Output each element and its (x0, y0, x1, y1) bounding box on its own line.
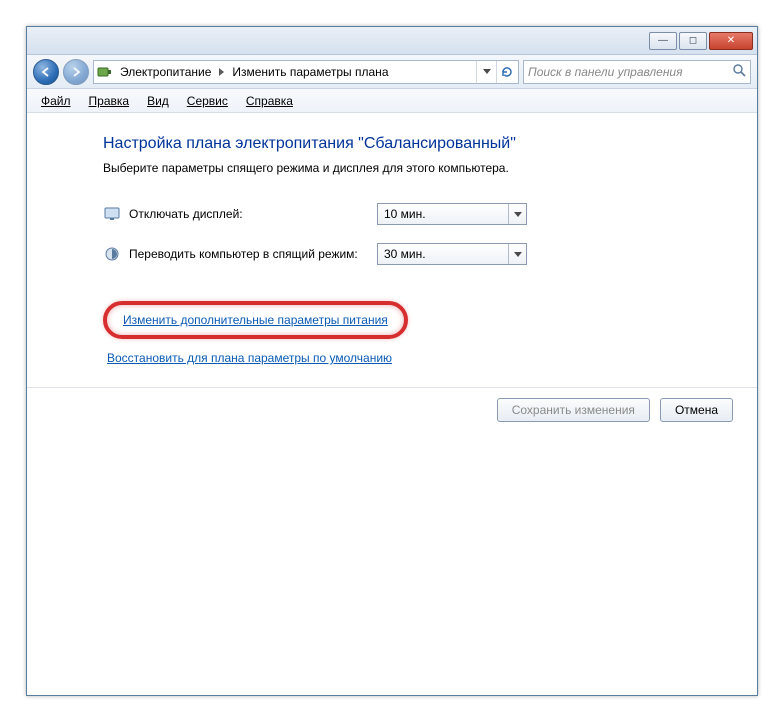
refresh-button[interactable] (496, 61, 516, 83)
titlebar: — ◻ ✕ (27, 27, 757, 55)
display-timeout-select[interactable]: 10 мин. (377, 203, 527, 225)
close-button[interactable]: ✕ (709, 32, 753, 50)
window: — ◻ ✕ Электропитание Изменить параметры … (26, 26, 758, 696)
back-button[interactable] (33, 59, 59, 85)
minimize-button[interactable]: — (649, 32, 677, 50)
setting-label: Отключать дисплей: (129, 207, 377, 221)
sleep-timeout-select[interactable]: 30 мин. (377, 243, 527, 265)
setting-label: Переводить компьютер в спящий режим: (129, 247, 377, 261)
breadcrumb-item[interactable]: Электропитание (116, 63, 215, 81)
navbar: Электропитание Изменить параметры плана … (27, 55, 757, 89)
search-placeholder: Поиск в панели управления (528, 65, 683, 79)
page-title: Настройка плана электропитания "Сбаланси… (103, 135, 627, 153)
breadcrumb: Электропитание Изменить параметры плана (116, 63, 393, 81)
chevron-down-icon (508, 244, 526, 264)
display-icon (103, 205, 121, 223)
advanced-settings-link[interactable]: Изменить дополнительные параметры питани… (123, 313, 388, 327)
search-icon (732, 63, 746, 80)
menu-tools[interactable]: Сервис (179, 92, 236, 110)
chevron-down-icon (508, 204, 526, 224)
chevron-right-icon (219, 68, 224, 76)
address-bar[interactable]: Электропитание Изменить параметры плана (93, 60, 519, 84)
maximize-button[interactable]: ◻ (679, 32, 707, 50)
sleep-icon (103, 245, 121, 263)
menu-view[interactable]: Вид (139, 92, 177, 110)
menubar: Файл Правка Вид Сервис Справка (27, 89, 757, 113)
forward-button[interactable] (63, 59, 89, 85)
setting-row-display: Отключать дисплей: 10 мин. (103, 203, 627, 225)
address-dropdown[interactable] (476, 61, 496, 83)
restore-defaults-link[interactable]: Восстановить для плана параметры по умол… (107, 351, 392, 365)
menu-help[interactable]: Справка (238, 92, 301, 110)
select-value: 30 мин. (384, 247, 426, 261)
highlight-annotation: Изменить дополнительные параметры питани… (103, 301, 408, 339)
footer-buttons: Сохранить изменения Отмена (27, 388, 757, 422)
page-description: Выберите параметры спящего режима и дисп… (103, 161, 627, 175)
menu-file[interactable]: Файл (33, 92, 79, 110)
save-button[interactable]: Сохранить изменения (497, 398, 650, 422)
setting-row-sleep: Переводить компьютер в спящий режим: 30 … (103, 243, 627, 265)
power-icon (96, 64, 114, 80)
content-area: Настройка плана электропитания "Сбаланси… (27, 113, 757, 422)
select-value: 10 мин. (384, 207, 426, 221)
search-input[interactable]: Поиск в панели управления (523, 60, 751, 84)
menu-edit[interactable]: Правка (81, 92, 138, 110)
cancel-button[interactable]: Отмена (660, 398, 733, 422)
breadcrumb-item[interactable]: Изменить параметры плана (228, 63, 392, 81)
